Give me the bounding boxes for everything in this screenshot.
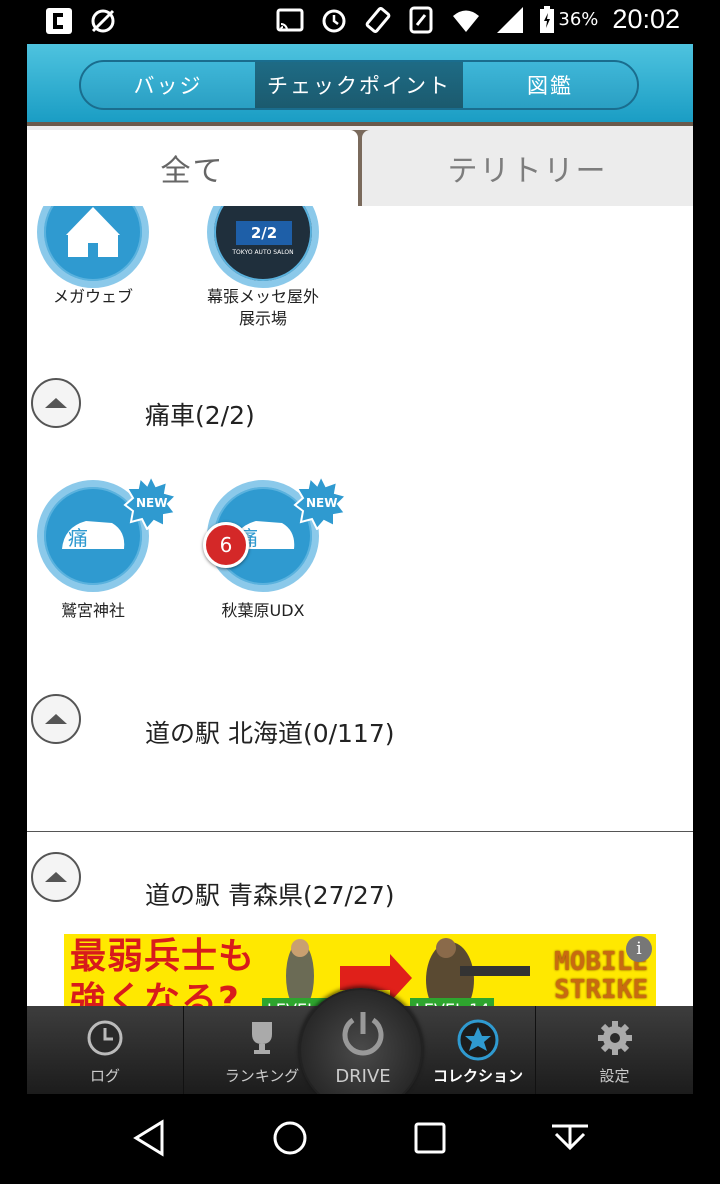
badge-counter: 2/2 <box>236 221 292 245</box>
segment-badge[interactable]: バッジ <box>81 62 255 108</box>
ad-headline-2: 強くなる? <box>70 980 240 1006</box>
clock: 20:02 <box>612 4 680 34</box>
battery-indicator: 36% <box>539 5 599 34</box>
new-tag-icon: NEW <box>293 474 348 530</box>
status-bar: 36% 20:02 <box>0 0 720 44</box>
home-icon[interactable] <box>268 1116 312 1160</box>
cast-icon <box>276 8 304 31</box>
collapse-button[interactable] <box>31 852 81 902</box>
collapse-button[interactable] <box>31 694 81 744</box>
chevron-up-icon <box>45 714 67 724</box>
nav-log-label: ログ <box>89 1067 120 1085</box>
section-itasha[interactable]: 痛車(2/2) <box>27 374 693 454</box>
trophy-icon <box>252 1022 272 1054</box>
tab-bar: 全て テリトリー <box>27 130 693 206</box>
app-window: バッジ チェックポイント 図鑑 全て テリトリー メガウェブ 2/2 TOKYO… <box>27 44 693 1094</box>
badge-label-megaweb: メガウェブ <box>52 287 133 306</box>
nav-settings-label: 設定 <box>599 1067 630 1085</box>
drive-label: DRIVE <box>335 1066 391 1087</box>
badge-label-line2: 展示場 <box>238 309 287 328</box>
power-icon <box>342 1012 384 1056</box>
back-icon[interactable] <box>128 1116 172 1160</box>
ad-brand-line2: STRIKE <box>554 975 648 1005</box>
battery-percent: 36% <box>558 9 599 30</box>
gear-icon <box>597 1021 632 1055</box>
badge-label-makuhari: 幕張メッセ屋外 展示場 <box>183 286 343 330</box>
star-icon <box>457 1019 499 1061</box>
clock-icon <box>87 1020 123 1056</box>
signal-icon <box>497 6 524 33</box>
segmented-control: バッジ チェックポイント 図鑑 <box>79 60 639 110</box>
badge-label-akihabara-udx: 秋葉原UDX <box>221 601 305 620</box>
notification-count-badge: 6 <box>203 522 249 568</box>
badge-megaweb[interactable] <box>37 206 149 288</box>
section-title: 道の駅 北海道(0/117) <box>145 719 395 748</box>
sync-off-icon <box>91 9 115 33</box>
svg-text:NEW: NEW <box>306 496 337 510</box>
badge-label-washinomiya: 鷲宮神社 <box>60 601 125 620</box>
collapse-button[interactable] <box>31 378 81 428</box>
alarm-icon <box>322 9 346 32</box>
section-michinoeki-hokkaido[interactable]: 道の駅 北海道(0/117) <box>27 690 693 770</box>
nav-collection-label: コレクション <box>432 1067 523 1085</box>
app-notification-icon <box>46 8 72 34</box>
section-title: 道の駅 青森県(27/27) <box>145 881 395 910</box>
tab-all[interactable]: 全て <box>27 130 358 206</box>
recents-icon[interactable] <box>408 1116 452 1160</box>
checkpoint-list[interactable]: メガウェブ 2/2 TOKYO AUTO SALON 幕張メッセ屋外 展示場 痛… <box>27 206 693 1006</box>
chevron-up-icon <box>45 872 67 882</box>
ad-headline-1: 最弱兵士も <box>70 936 256 977</box>
badge-makuhari[interactable]: 2/2 TOKYO AUTO SALON <box>207 206 319 288</box>
battery-icon <box>540 5 555 33</box>
nav-settings[interactable]: 設定 <box>536 1006 693 1094</box>
vibrate-icon <box>366 6 391 33</box>
new-tag-icon: NEW <box>123 474 178 530</box>
nav-ranking-label: ランキング <box>224 1067 300 1085</box>
badge-caption: TOKYO AUTO SALON <box>232 249 294 256</box>
header-bar: バッジ チェックポイント 図鑑 <box>27 44 693 126</box>
svg-text:痛: 痛 <box>68 526 88 550</box>
section-michinoeki-aomori[interactable] <box>27 806 693 902</box>
left-margin <box>0 44 27 1094</box>
svg-text:NEW: NEW <box>136 496 167 510</box>
section-title: 痛車(2/2) <box>145 401 255 430</box>
segment-checkpoint[interactable]: チェックポイント <box>255 62 463 108</box>
ad-level-to: LEVEL.14 <box>410 998 495 1006</box>
ad-info-icon[interactable]: i <box>626 936 652 962</box>
nav-log[interactable]: ログ <box>27 1006 184 1094</box>
nfc-icon <box>409 6 433 33</box>
tent-icon <box>66 207 120 257</box>
segment-encyclopedia[interactable]: 図鑑 <box>463 62 637 108</box>
system-navigation-bar <box>0 1094 720 1184</box>
chevron-up-icon <box>45 398 67 408</box>
nav-collection[interactable]: コレクション <box>421 1006 536 1094</box>
wifi-icon <box>453 10 480 32</box>
hide-keyboard-icon[interactable] <box>548 1116 592 1160</box>
badge-label-line1: 幕張メッセ屋外 <box>206 287 319 306</box>
tab-territory[interactable]: テリトリー <box>362 130 693 206</box>
right-margin <box>693 44 720 1094</box>
